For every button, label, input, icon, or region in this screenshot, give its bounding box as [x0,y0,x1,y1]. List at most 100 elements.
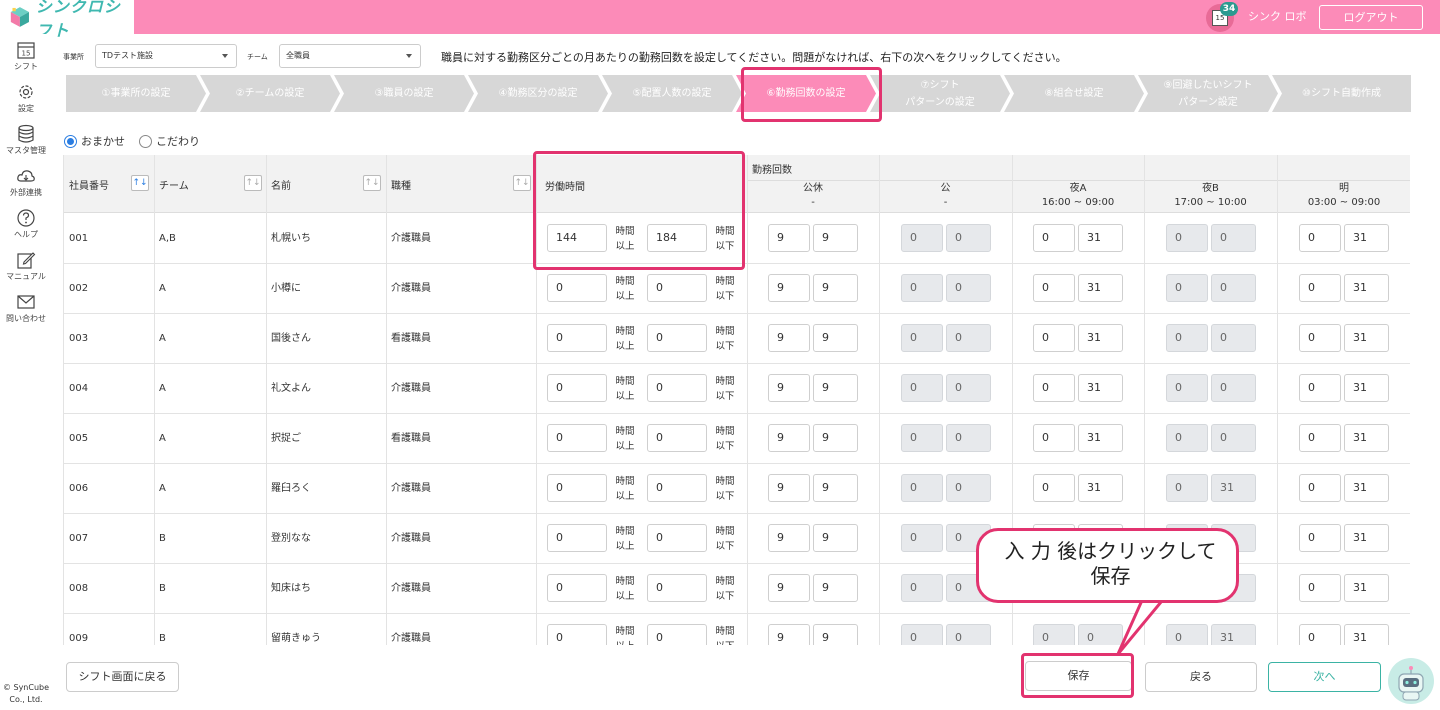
shift-count-4-min-input[interactable]: 0 [1299,274,1341,302]
hours-min-input[interactable]: 0 [547,374,607,402]
shift-count-2-max-input[interactable]: 31 [1078,374,1123,402]
sort-employee-no-button[interactable]: ↑↓ [131,175,149,191]
step-office[interactable]: ①事業所の設定 [66,75,206,112]
shift-count-0-min-input[interactable]: 9 [768,224,810,252]
shift-count-2-min-input[interactable]: 0 [1033,474,1075,502]
shift-count-4-min-input[interactable]: 0 [1299,424,1341,452]
sidebar-item-contact[interactable]: 問い合わせ [0,292,52,324]
shift-count-0-min-input[interactable]: 9 [768,574,810,602]
back-to-shift-button[interactable]: シフト画面に戻る [66,662,179,692]
hours-max-unit: 時間以下 [715,526,735,552]
sidebar-item-external[interactable]: 外部連携 [0,166,52,198]
sort-name-button[interactable]: ↑↓ [363,175,381,191]
shift-count-0-max-input[interactable]: 9 [813,524,858,552]
shift-count-0-min-input[interactable]: 9 [768,274,810,302]
shift-count-4-max-input[interactable]: 31 [1344,574,1389,602]
hours-min-input[interactable]: 0 [547,474,607,502]
step-combinations[interactable]: ⑧組合せ設定 [1004,75,1144,112]
app-logo[interactable]: シンクロシフト [0,0,134,40]
radio-custom[interactable] [139,134,152,148]
radio-auto[interactable] [64,134,77,148]
shift-count-0-max-input[interactable]: 9 [813,324,858,352]
step-avoid-patterns[interactable]: ⑨回避したいシフト パターン設定 [1138,75,1278,112]
sidebar-item-master[interactable]: マスタ管理 [0,124,52,156]
shift-count-4-min-input[interactable]: 0 [1299,474,1341,502]
shift-count-4-max-input[interactable]: 31 [1344,424,1389,452]
shift-count-4-max-input[interactable]: 31 [1344,324,1389,352]
step-shift-types[interactable]: ④勤務区分の設定 [468,75,608,112]
hours-max-input[interactable]: 0 [647,574,707,602]
hours-min-input[interactable]: 0 [547,424,607,452]
step-shift-patterns[interactable]: ⑦シフト パターンの設定 [870,75,1010,112]
step-staffing[interactable]: ⑤配置人数の設定 [602,75,742,112]
shift-count-2-max-input[interactable]: 31 [1078,224,1123,252]
sort-team-button[interactable]: ↑↓ [244,175,262,191]
team-select[interactable]: 全職員 [279,44,421,68]
shift-count-2-max-input[interactable]: 31 [1078,324,1123,352]
sidebar-item-settings[interactable]: 設定 [0,82,52,114]
step-auto-create[interactable]: ⑩シフト自動作成 [1272,75,1411,112]
hours-min-input[interactable]: 0 [547,624,607,645]
shift-count-4-max-input[interactable]: 31 [1344,624,1389,645]
shift-count-4-max-input[interactable]: 31 [1344,274,1389,302]
shift-count-0-min-input[interactable]: 9 [768,424,810,452]
shift-count-2-max-input[interactable]: 31 [1078,274,1123,302]
shift-count-2-max-input[interactable]: 31 [1078,474,1123,502]
shift-count-0-max-input[interactable]: 9 [813,574,858,602]
shift-count-4-min-input[interactable]: 0 [1299,374,1341,402]
shift-count-2-min-input[interactable]: 0 [1033,374,1075,402]
shift-count-0-min-input[interactable]: 9 [768,524,810,552]
back-button[interactable]: 戻る [1145,662,1257,692]
hours-min-input[interactable]: 0 [547,574,607,602]
shift-count-0-min-input[interactable]: 9 [768,374,810,402]
sort-job-button[interactable]: ↑↓ [513,175,531,191]
shift-count-4-max-input[interactable]: 31 [1344,474,1389,502]
shift-count-4-min-input[interactable]: 0 [1299,624,1341,645]
step-team[interactable]: ②チームの設定 [200,75,340,112]
hours-max-input[interactable]: 0 [647,424,707,452]
shift-count-0-max-input[interactable]: 9 [813,224,858,252]
shift-name: 夜B [1202,183,1219,194]
shift-count-2-min-input[interactable]: 0 [1033,224,1075,252]
shift-count-4-min-input[interactable]: 0 [1299,574,1341,602]
sidebar-item-label: マスタ管理 [6,146,46,155]
hours-max-input[interactable]: 0 [647,324,707,352]
next-button[interactable]: 次へ [1268,662,1381,692]
shift-count-0-min-input[interactable]: 9 [768,624,810,645]
shift-count-4-max-input[interactable]: 31 [1344,374,1389,402]
shift-count-0-min-input[interactable]: 9 [768,324,810,352]
hours-min-input[interactable]: 0 [547,274,607,302]
sidebar-item-shift[interactable]: 15 シフト [0,40,52,72]
step-staff[interactable]: ③職員の設定 [334,75,474,112]
user-name[interactable]: シンク ロボ [1248,0,1307,34]
hours-max-input[interactable]: 0 [647,524,707,552]
hours-max-input[interactable]: 0 [647,474,707,502]
assistant-robot-button[interactable] [1388,658,1434,704]
office-select[interactable]: TDテスト施設 [95,44,237,68]
shift-count-2-min-input[interactable]: 0 [1033,324,1075,352]
hours-max-input[interactable]: 0 [647,624,707,645]
shift-count-2-min-input[interactable]: 0 [1033,274,1075,302]
shift-name: 公 [940,183,951,194]
hours-min-input[interactable]: 0 [547,524,607,552]
shift-count-4-min-input[interactable]: 0 [1299,324,1341,352]
sidebar-item-manual[interactable]: マニュアル [0,250,52,282]
shift-count-4-min-input[interactable]: 0 [1299,224,1341,252]
calendar-day: 15 [22,50,31,58]
shift-count-4-max-input[interactable]: 31 [1344,224,1389,252]
hours-max-input[interactable]: 0 [647,274,707,302]
shift-count-4-max-input[interactable]: 31 [1344,524,1389,552]
shift-count-0-max-input[interactable]: 9 [813,274,858,302]
shift-count-0-max-input[interactable]: 9 [813,374,858,402]
sidebar-item-help[interactable]: ヘルプ [0,208,52,240]
shift-count-4-min-input[interactable]: 0 [1299,524,1341,552]
shift-count-0-max-input[interactable]: 9 [813,624,858,645]
shift-count-2-max-input[interactable]: 31 [1078,424,1123,452]
shift-count-2-min-input[interactable]: 0 [1033,424,1075,452]
shift-count-0-max-input[interactable]: 9 [813,474,858,502]
hours-max-input[interactable]: 0 [647,374,707,402]
shift-count-0-max-input[interactable]: 9 [813,424,858,452]
logout-button[interactable]: ログアウト [1319,5,1423,30]
shift-count-0-min-input[interactable]: 9 [768,474,810,502]
hours-min-input[interactable]: 0 [547,324,607,352]
